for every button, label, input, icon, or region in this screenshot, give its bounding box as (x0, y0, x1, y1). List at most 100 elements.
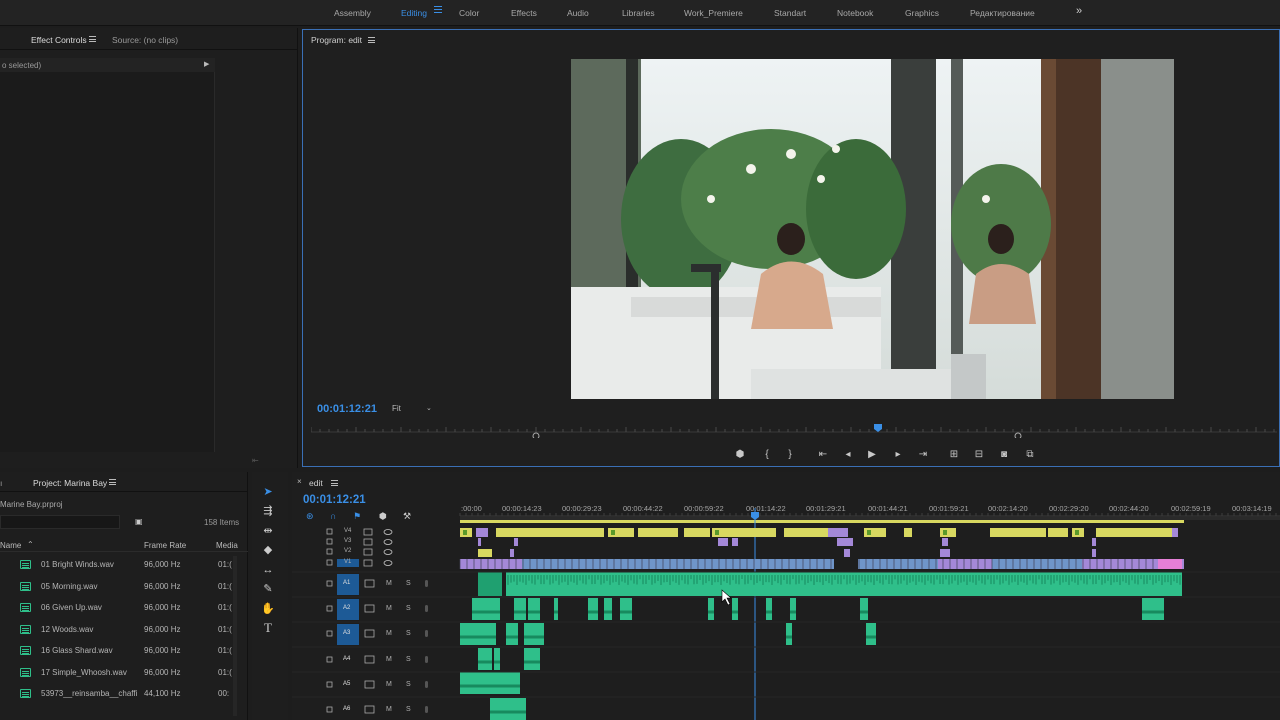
mute-button[interactable]: M (386, 580, 392, 587)
list-item[interactable]: 05 Morning.wav 96,000 Hz 01:( (0, 576, 248, 597)
step-forward-icon[interactable]: ▸ (891, 448, 905, 462)
list-item[interactable]: 17 Simple_Whoosh.wav 96,000 Hz 01:( (0, 662, 248, 683)
project-scrollbar[interactable] (233, 556, 237, 716)
razor-tool-icon[interactable]: ◆ (260, 542, 276, 558)
sort-arrow-icon[interactable]: ⌃ (27, 540, 34, 549)
play-icon[interactable]: ▶ (865, 448, 879, 462)
solo-button[interactable]: S (406, 656, 411, 663)
list-item[interactable]: 12 Woods.wav 96,000 Hz 01:( (0, 619, 248, 640)
audio-track-label[interactable]: A3 (343, 630, 350, 636)
workspace-tab-3[interactable]: Effects (511, 8, 537, 18)
ripple-edit-tool-icon[interactable]: ⇹ (260, 523, 276, 539)
column-media[interactable]: Media (216, 541, 238, 550)
new-bin-icon[interactable]: ▣ (135, 517, 143, 526)
pen-tool-icon[interactable]: ✎ (260, 581, 276, 597)
program-menu-icon[interactable] (368, 37, 375, 43)
timeline-tracks[interactable] (292, 472, 1280, 720)
workspace-tab-7[interactable]: Standart (774, 8, 806, 18)
program-video-frame (571, 59, 1174, 399)
mute-button[interactable]: M (386, 681, 392, 688)
mute-button[interactable]: M (386, 605, 392, 612)
workspace-tab-4[interactable]: Audio (567, 8, 589, 18)
project-menu-icon[interactable] (109, 479, 116, 485)
tab-project[interactable]: Project: Marina Bay (33, 478, 107, 488)
go-to-in-icon[interactable]: ⇤ (816, 448, 830, 462)
lift-icon[interactable]: ⊞ (947, 448, 961, 462)
list-item[interactable]: 53973__reinsamba__chaffi 44,100 Hz 00: (0, 683, 248, 704)
audio-track-label[interactable]: A5 (343, 681, 350, 687)
hand-tool-icon[interactable]: ✋ (260, 601, 276, 617)
solo-button[interactable]: S (406, 681, 411, 688)
item-name: 05 Morning.wav (41, 581, 98, 591)
type-tool-icon[interactable]: T (260, 620, 276, 636)
column-name[interactable]: Name (0, 541, 21, 550)
project-column-header: Name ⌃ Frame Rate Media (0, 538, 248, 552)
item-frame-rate: 44,100 Hz (144, 689, 181, 698)
expand-arrow-icon[interactable]: ▶ (204, 60, 209, 68)
program-timecode[interactable]: 00:01:12:21 (317, 403, 377, 415)
editing-menu-icon[interactable] (434, 6, 442, 14)
add-marker-icon[interactable]: ⬢ (733, 448, 747, 462)
column-frame-rate[interactable]: Frame Rate (144, 541, 186, 550)
audio-track-label[interactable]: A4 (343, 656, 350, 662)
item-frame-rate: 96,000 Hz (144, 667, 181, 677)
slip-tool-icon[interactable]: ↔ (260, 562, 276, 578)
item-frame-rate: 96,000 Hz (144, 646, 181, 655)
zoom-select[interactable]: Fit ⌄ (392, 404, 436, 416)
list-item[interactable]: 01 Bright Winds.wav 96,000 Hz 01:( (0, 554, 248, 575)
export-icon[interactable]: ⇤ (252, 456, 259, 465)
mark-out-icon[interactable]: } (783, 448, 797, 462)
extract-icon[interactable]: ⊟ (972, 448, 986, 462)
button-editor-icon[interactable]: ⧉ (1023, 448, 1037, 462)
mute-button[interactable]: M (386, 656, 392, 663)
zoom-select-value: Fit (392, 404, 401, 413)
video-track-label[interactable]: V2 (344, 548, 351, 554)
panel-menu-icon[interactable] (89, 36, 96, 42)
workspace-tab-5[interactable]: Libraries (622, 8, 655, 18)
item-media: 00: (218, 689, 230, 698)
track-select-tool-icon[interactable]: ⇶ (260, 503, 276, 519)
video-track-label[interactable]: V4 (344, 528, 351, 534)
item-frame-rate: 96,000 Hz (144, 560, 181, 569)
solo-button[interactable]: S (406, 630, 411, 637)
solo-button[interactable]: S (406, 706, 411, 713)
item-name: 17 Simple_Whoosh.wav (41, 667, 127, 677)
workspace-tab-2[interactable]: Color (459, 8, 479, 18)
audio-track-label[interactable]: A2 (343, 605, 350, 611)
program-title[interactable]: Program: edit (311, 35, 362, 45)
workspace-tab-0[interactable]: Assembly (334, 8, 371, 18)
tools-panel: ➤ ⇶ ⇹ ◆ ↔ ✎ ✋ T (252, 472, 288, 720)
solo-button[interactable]: S (406, 580, 411, 587)
transport-controls: ⬢ { } ⇤ ◂ ▶ ▸ ⇥ ⊞ ⊟ ◙ ⧉ (733, 448, 1053, 462)
audio-file-icon (20, 646, 31, 655)
list-item[interactable]: 06 Given Up.wav 96,000 Hz 01:( (0, 597, 248, 618)
workspace-tab-8[interactable]: Notebook (837, 8, 873, 18)
mark-in-icon[interactable]: { (760, 448, 774, 462)
go-to-out-icon[interactable]: ⇥ (916, 448, 930, 462)
video-track-label[interactable]: V3 (344, 538, 351, 544)
export-frame-icon[interactable]: ◙ (997, 448, 1011, 462)
program-scrubber[interactable] (310, 422, 1277, 440)
workspace-tab-6[interactable]: Work_Premiere (684, 8, 743, 18)
workspace-tab-9[interactable]: Graphics (905, 8, 939, 18)
item-frame-rate: 96,000 Hz (144, 603, 181, 612)
mute-button[interactable]: M (386, 630, 392, 637)
step-back-icon[interactable]: ◂ (841, 448, 855, 462)
tab-source[interactable]: Source: (no clips) (112, 35, 178, 45)
audio-file-icon (20, 581, 31, 591)
tab-previous[interactable]: ı (0, 478, 2, 488)
tab-effect-controls[interactable]: Effect Controls (31, 35, 87, 45)
video-track-label[interactable]: V1 (344, 559, 351, 565)
audio-file-icon (20, 560, 31, 569)
solo-button[interactable]: S (406, 605, 411, 612)
selection-tool-icon[interactable]: ➤ (260, 484, 276, 500)
audio-track-label[interactable]: A1 (343, 580, 350, 586)
workspace-tab-1[interactable]: Editing (401, 8, 427, 18)
audio-track-label[interactable]: A6 (343, 706, 350, 712)
project-tabs: ı Project: Marina Bay (0, 472, 247, 492)
more-workspaces-icon[interactable]: » (1076, 5, 1082, 17)
mute-button[interactable]: M (386, 706, 392, 713)
project-search-input[interactable] (0, 515, 120, 529)
list-item[interactable]: 16 Glass Shard.wav 96,000 Hz 01:( (0, 640, 248, 661)
workspace-tab-10[interactable]: Редактирование (970, 8, 1035, 18)
